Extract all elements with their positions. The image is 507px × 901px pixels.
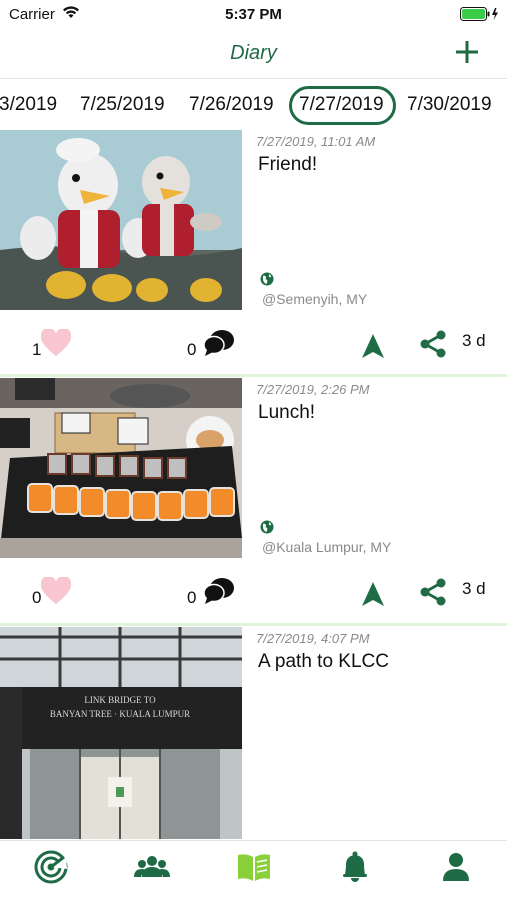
status-bar: Carrier 5:37 PM [0,0,507,28]
comment-count: 0 [187,340,197,359]
page-title: Diary [230,42,277,64]
diary-entry[interactable]: 7/27/2019, 11:01 AM Friend! @Semenyih, M… [0,130,507,378]
diary-entry[interactable]: LINK BRIDGE TO BANYAN TREE · KUALA LUMPU… [0,627,507,839]
bell-icon[interactable] [337,849,373,885]
clock: 5:37 PM [225,6,282,23]
comment-icon[interactable] [203,329,235,357]
entry-photo[interactable] [0,378,242,558]
entry-timestamp: 7/27/2019, 11:01 AM [256,134,376,149]
entry-divider [0,374,507,377]
date-item-selected[interactable]: 7/27/2019 [289,86,396,125]
date-item[interactable]: 7/26/2019 [189,94,274,116]
heart-icon[interactable] [41,577,71,605]
people-icon[interactable] [134,849,170,885]
date-picker-strip[interactable]: 3/2019 7/25/2019 7/26/2019 7/27/2019 7/3… [0,80,507,128]
entry-title: Friend! [258,154,318,175]
date-item[interactable]: 7/30/2019 [407,94,492,116]
entry-timestamp: 7/27/2019, 4:07 PM [256,631,370,646]
share-icon[interactable] [419,330,447,358]
entry-photo[interactable]: LINK BRIDGE TO BANYAN TREE · KUALA LUMPU… [0,627,242,839]
entry-photo[interactable] [0,130,242,310]
comment-count: 0 [187,588,197,607]
entry-location[interactable]: @Kuala Lumpur, MY [262,539,391,555]
globe-icon [260,272,274,286]
diary-entry[interactable]: 7/27/2019, 2:26 PM Lunch! @Kuala Lumpur,… [0,378,507,626]
sign-line-2: BANYAN TREE · KUALA LUMPUR [50,709,190,719]
entry-age: 3 d [462,579,486,598]
navigate-icon[interactable] [361,581,385,607]
share-icon[interactable] [419,578,447,606]
entry-actions: 1 0 3 d [0,312,507,376]
profile-icon[interactable] [438,849,474,885]
entry-actions: 0 0 3 d [0,560,507,624]
globe-icon [260,520,274,534]
entry-timestamp: 7/27/2019, 2:26 PM [256,382,370,397]
heart-icon[interactable] [41,329,71,357]
navigation-bar: Diary [0,28,507,79]
comment-icon[interactable] [203,577,235,605]
entry-title: A path to KLCC [258,651,389,672]
date-item[interactable]: 3/2019 [0,94,57,116]
battery-icon [460,7,498,21]
add-entry-button[interactable] [455,40,479,64]
entry-title: Lunch! [258,402,316,423]
entry-divider [0,623,507,626]
radar-icon[interactable] [33,849,69,885]
entry-location[interactable]: @Semenyih, MY [262,291,367,307]
entry-age: 3 d [462,331,486,350]
navigate-icon[interactable] [361,333,385,359]
date-item[interactable]: 7/25/2019 [80,94,165,116]
sign-line-1: LINK BRIDGE TO [84,695,156,705]
book-icon[interactable] [236,849,272,885]
tab-bar [0,840,507,901]
